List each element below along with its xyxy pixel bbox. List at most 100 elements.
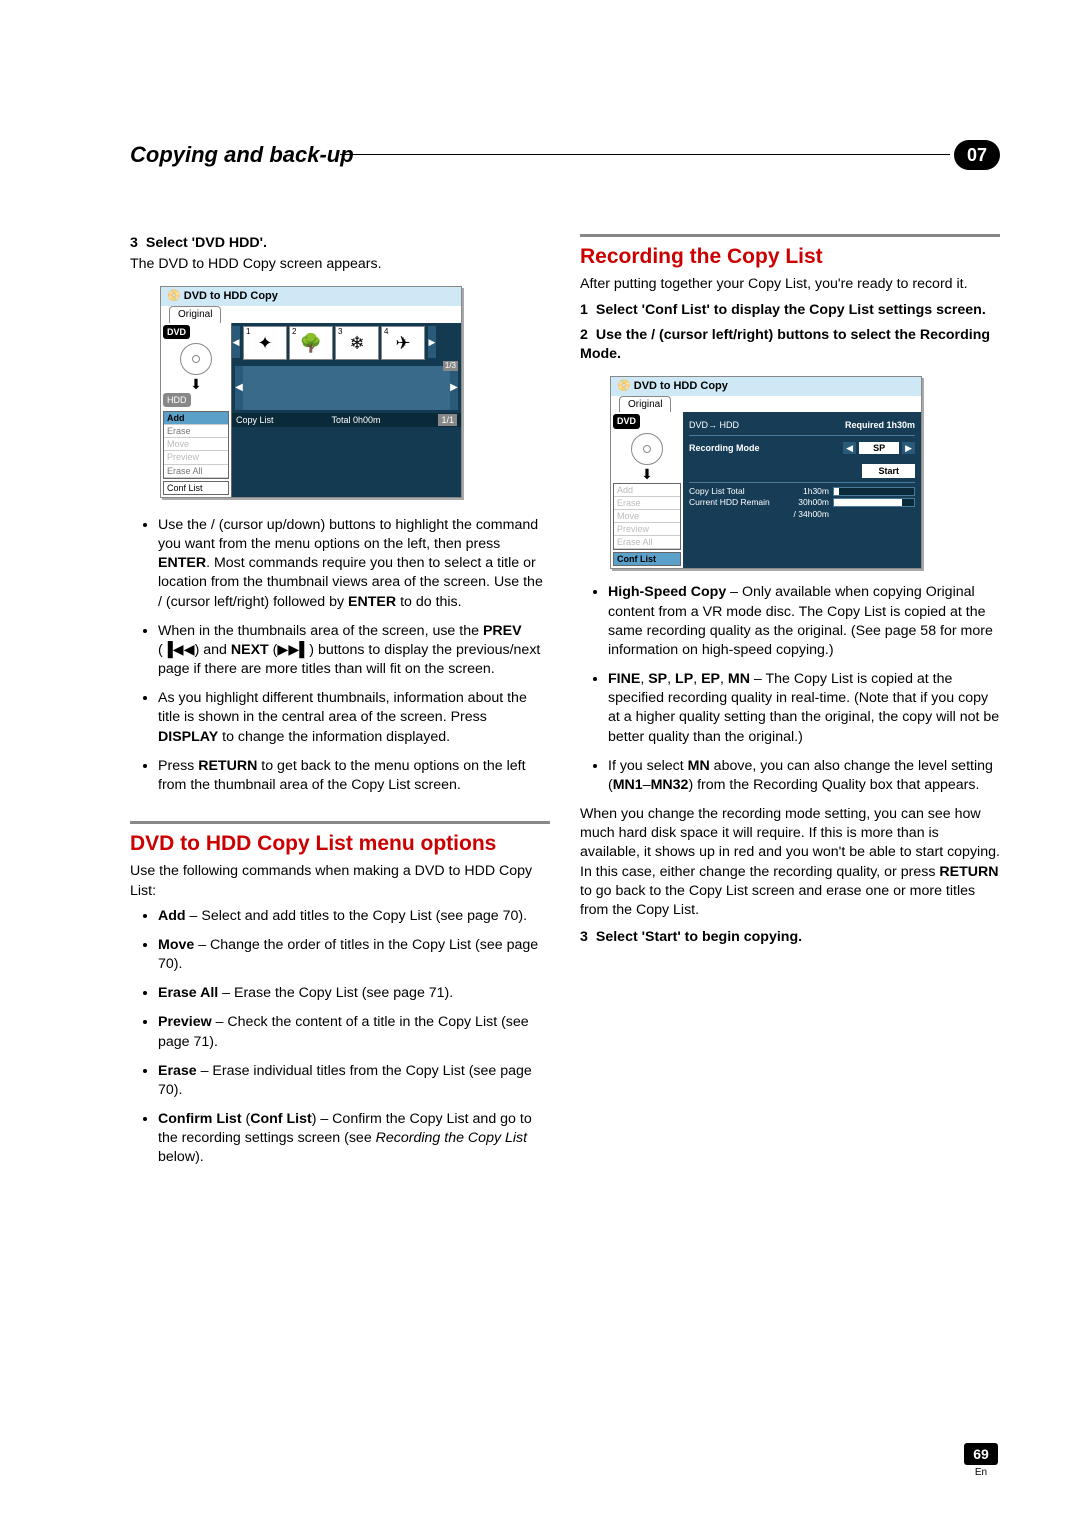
menu-conflist[interactable]: Conf List xyxy=(163,481,229,495)
mid-nav-next-icon[interactable]: ▶ xyxy=(450,366,458,410)
left-column: 3 Select 'DVD HDD'. The DVD to HDD Copy s… xyxy=(130,234,550,1178)
menu-eraseall[interactable]: Erase All xyxy=(614,536,680,549)
dvd-label: DVD xyxy=(163,325,190,339)
menu-move[interactable]: Move xyxy=(164,438,228,451)
step-num: 3 xyxy=(580,929,588,945)
step-2: 2Use the / (cursor left/right) buttons t… xyxy=(580,326,1000,364)
step-text: Select 'DVD HDD'. xyxy=(146,235,267,251)
header-title: Copying and back-up xyxy=(130,142,364,168)
header-rule xyxy=(340,154,950,155)
required-label: Required 1h30m xyxy=(845,419,915,431)
right-column: Recording the Copy List After putting to… xyxy=(580,234,1000,1178)
page-lang: En xyxy=(964,1467,998,1478)
menu-conflist[interactable]: Conf List xyxy=(613,552,681,566)
thumb-4[interactable]: 4✈ xyxy=(381,326,425,360)
mode-selector[interactable]: ◀ SP ▶ xyxy=(843,442,915,454)
stat-bar xyxy=(833,498,915,507)
ui-left-panel: DVD ⬇ Add Erase Move Preview Erase All C… xyxy=(611,412,683,568)
manual-page: Copying and back-up 07 3 Select 'DVD HDD'… xyxy=(0,0,1080,1528)
mode-value: SP xyxy=(859,442,899,454)
bullet: Erase All – Erase the Copy List (see pag… xyxy=(158,984,550,1003)
start-button[interactable]: Start xyxy=(862,464,915,478)
bullet: FINE, SP, LP, EP, MN – The Copy List is … xyxy=(608,670,1000,747)
step-3: 3 Select 'DVD HDD'. xyxy=(130,234,550,253)
footer-strip: Copy List Total 0h00m 1/1 xyxy=(232,413,461,427)
stat-bar xyxy=(833,487,915,496)
recmode-label: Recording Mode xyxy=(689,442,760,454)
mode-next-icon[interactable]: ▶ xyxy=(902,442,915,454)
step3-after: The DVD to HDD Copy screen appears. xyxy=(130,255,550,274)
bullet: When in the thumbnails area of the scree… xyxy=(158,622,550,680)
hdd-label: HDD xyxy=(163,393,191,407)
nav-prev-icon[interactable]: ◀ xyxy=(232,326,240,358)
ui-body: DVD ⬇ HDD Add Erase Move Preview Erase A… xyxy=(161,323,461,497)
thumb-3[interactable]: 3❄ xyxy=(335,326,379,360)
thumbnail-row: 1✦ 2🌳 3❄ 4✈ xyxy=(240,323,428,363)
bullet: Press RETURN to get back to the menu opt… xyxy=(158,757,550,795)
left-bullets-2: Add – Select and add titles to the Copy … xyxy=(130,907,550,1168)
stat-row: Current HDD Remain 30h00m xyxy=(689,497,915,508)
total-label: Total 0h00m xyxy=(331,414,380,426)
step-text: Select 'Start' to begin copying. xyxy=(596,929,802,945)
bullet: Erase – Erase individual titles from the… xyxy=(158,1062,550,1100)
copylist-label: Copy List xyxy=(236,414,274,426)
direction-label: DVD→ HDD xyxy=(689,419,739,431)
section-rule xyxy=(580,234,1000,237)
step-3r: 3 Select 'Start' to begin copying. xyxy=(580,928,1000,947)
section-rule xyxy=(130,821,550,824)
ui-dvd-to-hdd-copy: 📀 DVD to HDD Copy Original DVD ⬇ HDD Add… xyxy=(160,286,462,497)
stat-bar-fill xyxy=(834,488,839,495)
mode-row: Recording Mode ◀ SP ▶ xyxy=(689,436,915,460)
arrow-down-icon: ⬇ xyxy=(611,467,683,481)
stat-bar-fill xyxy=(834,499,902,506)
menu-preview[interactable]: Preview xyxy=(614,523,680,536)
step-text: Use the / (cursor left/right) buttons to… xyxy=(580,327,990,362)
direction-row: DVD→ HDD Required 1h30m xyxy=(689,416,915,435)
section-head-recording: Recording the Copy List xyxy=(580,243,1000,271)
ui-tab-original: Original xyxy=(619,396,671,413)
step-text: Select 'Conf List' to display the Copy L… xyxy=(596,302,986,318)
stat-row: Copy List Total 1h30m xyxy=(689,486,915,497)
thumb-1[interactable]: 1✦ xyxy=(243,326,287,360)
page-header: Copying and back-up 07 xyxy=(130,140,1000,174)
stat-row: / 34h00m xyxy=(689,509,915,520)
chapter-badge: 07 xyxy=(954,140,1000,170)
step-num: 3 xyxy=(130,235,138,251)
bullet: Use the / (cursor up/down) buttons to hi… xyxy=(158,516,550,612)
step-num: 1 xyxy=(580,302,588,318)
section-head-menu-options: DVD to HDD Copy List menu options xyxy=(130,830,550,858)
ui-menu: Add Erase Move Preview Erase All xyxy=(613,483,681,551)
bullet: Preview – Check the content of a title i… xyxy=(158,1013,550,1051)
stat-value: 30h00m xyxy=(789,497,833,508)
content-columns: 3 Select 'DVD HDD'. The DVD to HDD Copy s… xyxy=(130,234,1000,1178)
right-para: When you change the recording mode setti… xyxy=(580,805,1000,920)
bullet: If you select MN above, you can also cha… xyxy=(608,757,1000,795)
menu-add[interactable]: Add xyxy=(164,412,228,425)
disc-icon xyxy=(631,433,663,465)
sec2-intro: Use the following commands when making a… xyxy=(130,862,550,900)
thumb-2[interactable]: 2🌳 xyxy=(289,326,333,360)
nav-next-icon[interactable]: ▶ xyxy=(428,326,436,358)
bullet: Move – Change the order of titles in the… xyxy=(158,936,550,974)
right-bullets: High-Speed Copy – Only available when co… xyxy=(580,583,1000,795)
disc-icon xyxy=(180,343,212,375)
next-icon: ▶▶▌ xyxy=(277,642,309,658)
menu-erase[interactable]: Erase xyxy=(164,425,228,438)
menu-eraseall[interactable]: Erase All xyxy=(164,465,228,478)
menu-add[interactable]: Add xyxy=(614,484,680,497)
mode-prev-icon[interactable]: ◀ xyxy=(843,442,856,454)
mid-nav-prev-icon[interactable]: ◀ xyxy=(235,366,243,410)
page-footer: 69 En xyxy=(964,1443,998,1478)
ui-conf-list: 📀 DVD to HDD Copy Original DVD ⬇ Add Era… xyxy=(610,376,922,569)
stat-label: Copy List Total xyxy=(689,486,789,497)
step-1: 1 Select 'Conf List' to display the Copy … xyxy=(580,301,1000,320)
menu-preview[interactable]: Preview xyxy=(164,451,228,464)
page-number: 69 xyxy=(964,1443,998,1465)
ui-tab-original: Original xyxy=(169,306,221,323)
dvd-label: DVD xyxy=(613,414,640,428)
menu-move[interactable]: Move xyxy=(614,510,680,523)
stat-value: / 34h00m xyxy=(789,509,833,520)
menu-erase[interactable]: Erase xyxy=(614,497,680,510)
ui-body: DVD ⬇ Add Erase Move Preview Erase All C… xyxy=(611,412,921,568)
page-indicator: 1/3 xyxy=(443,361,458,372)
